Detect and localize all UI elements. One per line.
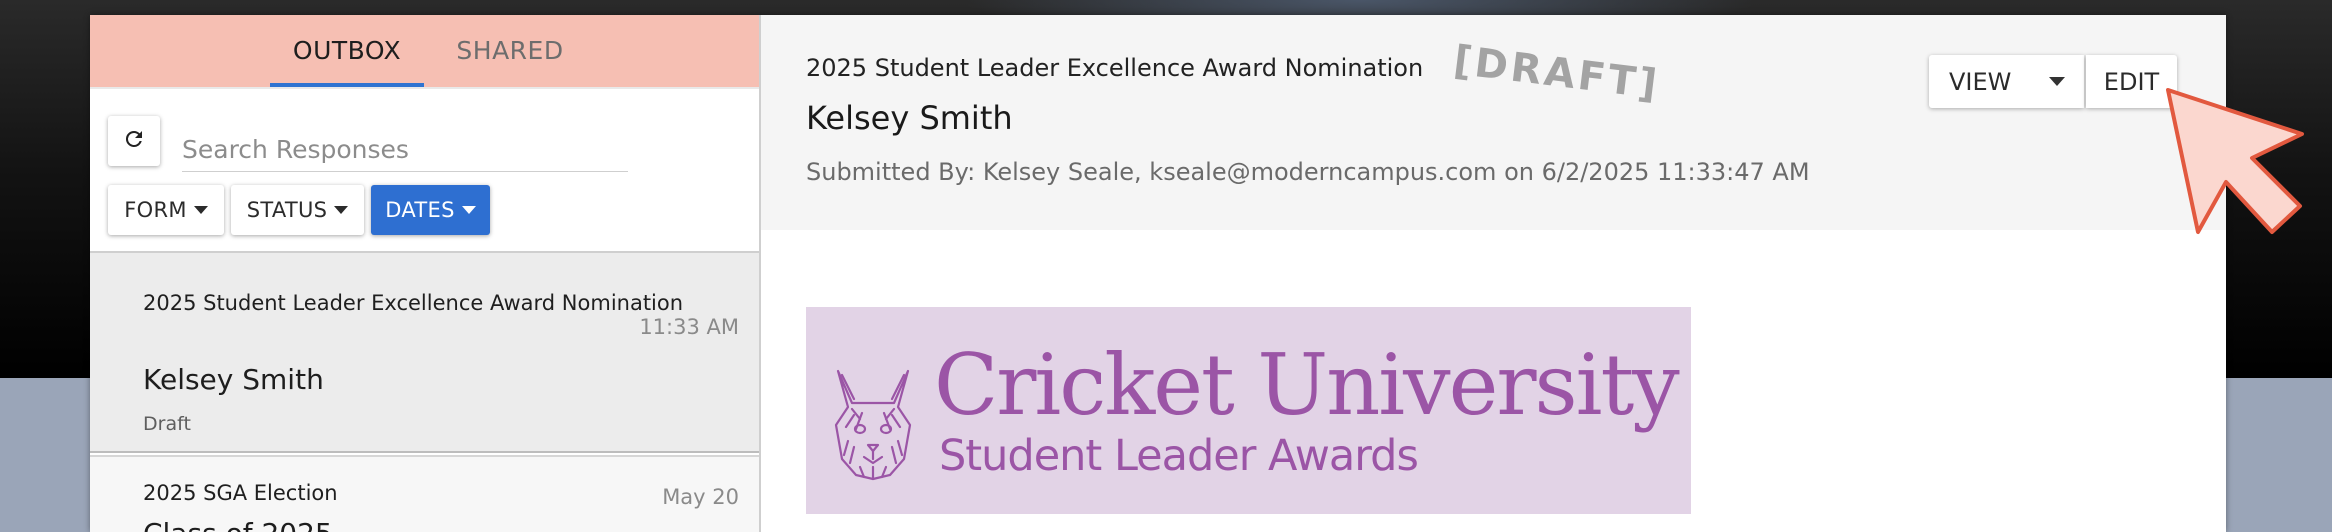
view-button-label: VIEW xyxy=(1949,67,2012,96)
responses-list-panel: OUTBOX SHARED FORM STATUS DATES 202 xyxy=(90,15,761,532)
list-item-name: Class of 2025 xyxy=(143,517,333,532)
list-item-form: 2025 Student Leader Excellence Award Nom… xyxy=(143,291,684,315)
edit-button-label: EDIT xyxy=(2103,67,2160,96)
list-item[interactable]: 2025 Student Leader Excellence Award Nom… xyxy=(90,253,759,453)
dates-filter-button[interactable]: DATES xyxy=(371,185,490,235)
list-item-name: Kelsey Smith xyxy=(143,363,324,396)
banner-title: Cricket University xyxy=(934,336,1680,434)
pointer-arrow-icon xyxy=(2160,82,2310,242)
refresh-icon xyxy=(122,127,146,155)
form-filter-button[interactable]: FORM xyxy=(108,185,224,235)
list-item-form: 2025 SGA Election xyxy=(143,481,338,505)
tab-shared[interactable]: SHARED xyxy=(440,15,580,87)
dates-filter-label: DATES xyxy=(385,198,455,222)
list-item-time: 11:33 AM xyxy=(639,315,739,339)
draft-stamp: [DRAFT] xyxy=(1450,37,1663,109)
submitted-by-text: Submitted By: Kelsey Seale, kseale@moder… xyxy=(806,158,1810,186)
caret-down-icon xyxy=(334,206,349,214)
view-button[interactable]: VIEW xyxy=(1929,55,2084,108)
banner-subtitle: Student Leader Awards xyxy=(939,431,1419,481)
refresh-button[interactable] xyxy=(108,116,160,166)
list-item[interactable]: 2025 SGA Election May 20 Class of 2025 xyxy=(90,455,759,532)
responses-window: OUTBOX SHARED FORM STATUS DATES 202 xyxy=(90,15,2226,532)
form-banner-image: Cricket University Student Leader Awards xyxy=(806,307,1691,514)
status-filter-label: STATUS xyxy=(246,198,328,222)
caret-down-icon xyxy=(2049,77,2065,86)
list-item-status: Draft xyxy=(143,413,191,435)
response-name: Kelsey Smith xyxy=(806,99,1013,137)
status-filter-button[interactable]: STATUS xyxy=(231,185,364,235)
caret-down-icon xyxy=(461,206,476,214)
list-item-time: May 20 xyxy=(662,485,739,509)
response-form-title: 2025 Student Leader Excellence Award Nom… xyxy=(806,54,1424,82)
caret-down-icon xyxy=(193,206,208,214)
terrier-logo-icon xyxy=(824,363,922,485)
response-header: 2025 Student Leader Excellence Award Nom… xyxy=(761,15,2226,230)
response-detail-panel: 2025 Student Leader Excellence Award Nom… xyxy=(761,15,2226,532)
tab-bar: OUTBOX SHARED xyxy=(90,15,759,89)
active-tab-indicator xyxy=(270,83,424,87)
search-input[interactable] xyxy=(182,127,628,172)
form-filter-label: FORM xyxy=(124,198,187,222)
tab-outbox[interactable]: OUTBOX xyxy=(270,15,424,87)
